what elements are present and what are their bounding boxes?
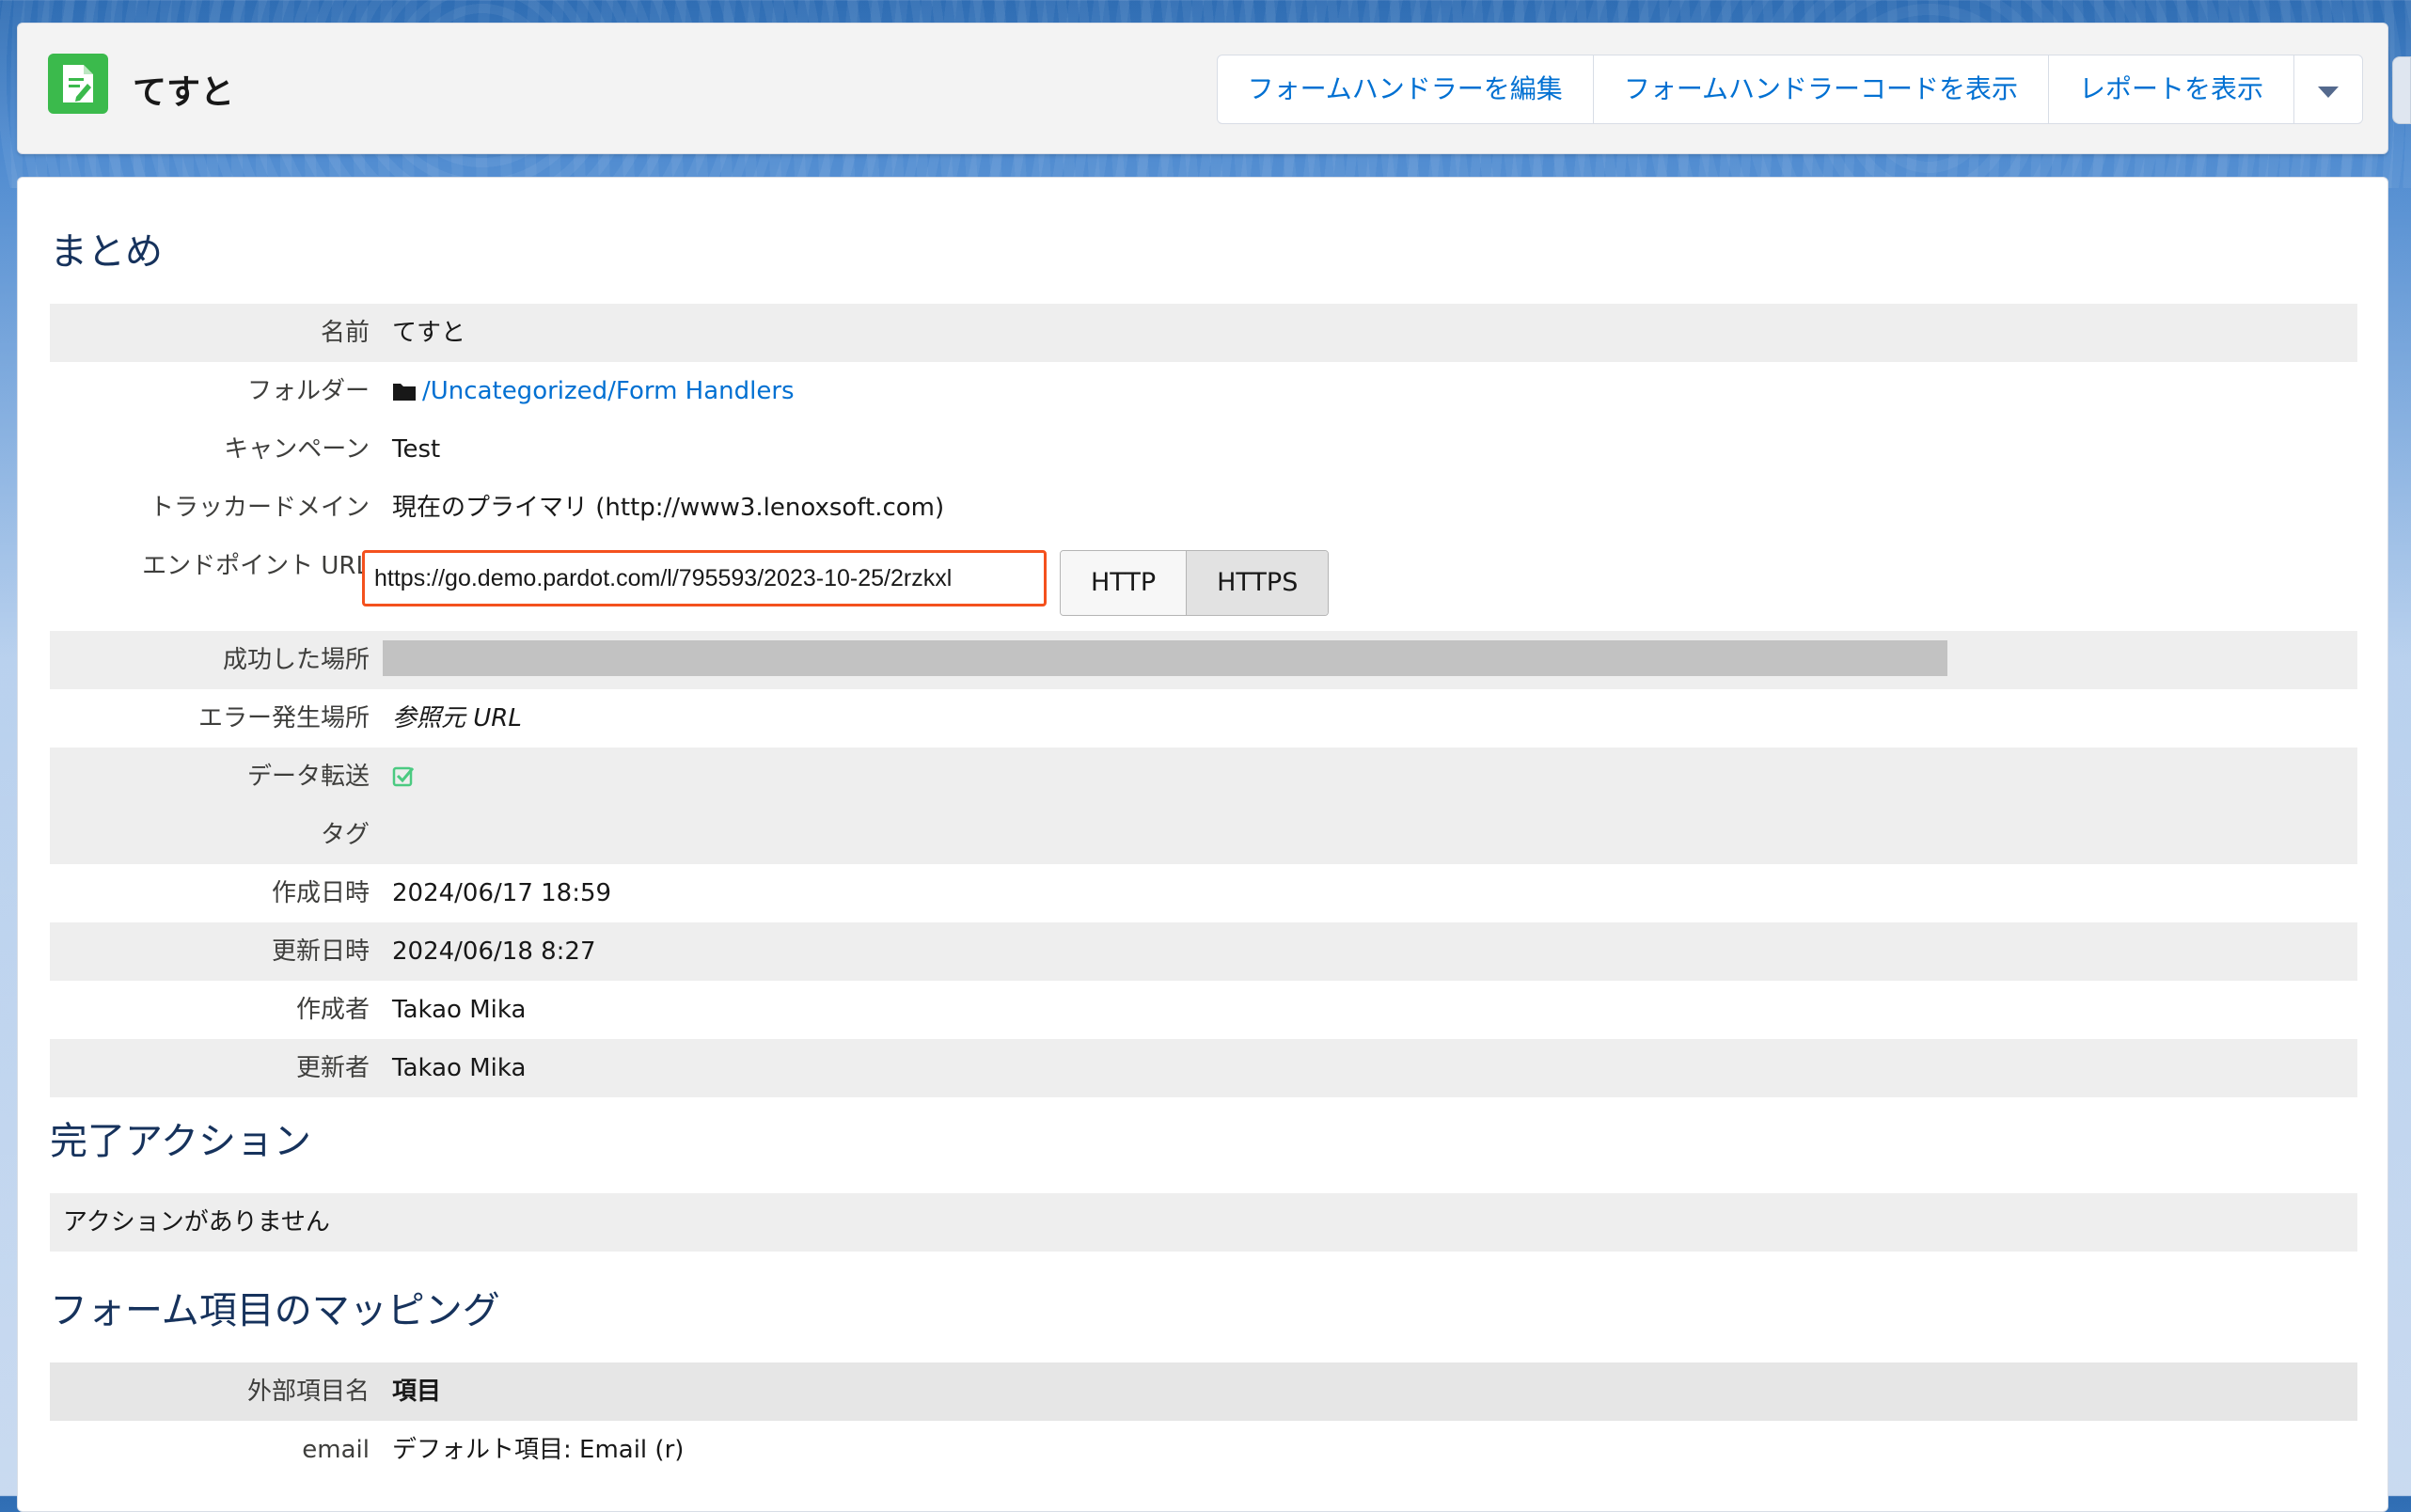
mapped-field: デフォルト項目: Email (r) (392, 1436, 685, 1464)
updated-by-label: 更新者 (295, 1054, 370, 1082)
folder-value: /Uncategorized/Form Handlers (392, 362, 795, 420)
checkbox-checked-icon (392, 750, 415, 809)
field-column-header: 項目 (392, 1378, 442, 1406)
created-at-value: 2024/06/17 18:59 (392, 879, 612, 907)
created-at-label: 作成日時 (271, 879, 370, 907)
error-location-value: 参照元 URL (392, 704, 522, 732)
summary-section-title: まとめ (50, 230, 163, 274)
tracker-domain-label: トラッカードメイン (149, 494, 370, 522)
success-location-row: 成功した場所 (50, 631, 2357, 689)
updated-at-label: 更新日時 (271, 937, 370, 966)
success-location-redacted (383, 640, 1947, 676)
campaign-label: キャンペーン (224, 435, 370, 464)
updated-at-value: 2024/06/18 8:27 (392, 937, 596, 966)
folder-row: フォルダー /Uncategorized/Form Handlers (50, 362, 2357, 420)
view-form-handler-code-button[interactable]: フォームハンドラーコードを表示 (1594, 55, 2049, 123)
created-by-label: 作成者 (295, 996, 370, 1024)
data-forwarding-label: データ転送 (246, 763, 370, 791)
success-location-label: 成功した場所 (222, 646, 370, 674)
more-actions-button[interactable] (2294, 55, 2362, 123)
completion-actions-empty: アクションがありません (50, 1193, 2357, 1252)
field-mapping-title: フォーム項目のマッピング (50, 1289, 500, 1332)
endpoint-url-label: エンドポイント URL (142, 552, 370, 580)
protocol-toggle: HTTP HTTPS (1060, 550, 1330, 616)
tracker-domain-row: トラッカードメイン 現在のプライマリ (http://www3.lenoxsof… (50, 479, 2357, 537)
data-forwarding-row: データ転送 (50, 748, 2357, 806)
edit-form-handler-button[interactable]: フォームハンドラーを編集 (1218, 55, 1594, 123)
created-by-link[interactable]: Takao Mika (392, 981, 526, 1039)
folder-icon (392, 365, 417, 423)
name-value: てすと (392, 319, 466, 347)
name-label: 名前 (320, 319, 370, 347)
updated-at-row: 更新日時 2024/06/18 8:27 (50, 922, 2357, 981)
detail-panel: まとめ 名前 てすと フォルダー /Uncategorized/Form Han… (17, 177, 2388, 1512)
created-at-row: 作成日時 2024/06/17 18:59 (50, 864, 2357, 922)
data-forwarding-value (392, 748, 415, 806)
campaign-row: キャンペーン Test (50, 420, 2357, 479)
record-title: てすと (133, 73, 235, 112)
table-row: email デフォルト項目: Email (r) (50, 1421, 2357, 1479)
error-location-row: エラー発生場所 参照元 URL (50, 689, 2357, 748)
external-field-column-header: 外部項目名 (246, 1378, 370, 1406)
campaign-link[interactable]: Test (392, 420, 440, 479)
tags-row: タグ (50, 806, 2357, 864)
http-button[interactable]: HTTP (1061, 551, 1188, 615)
external-field-name: email (302, 1436, 370, 1464)
side-panel-handle[interactable] (2392, 56, 2411, 124)
name-row: 名前 てすと (50, 304, 2357, 362)
no-actions-text: アクションがありません (63, 1208, 330, 1236)
folder-link[interactable]: /Uncategorized/Form Handlers (422, 377, 795, 405)
view-report-button[interactable]: レポートを表示 (2049, 55, 2294, 123)
updated-by-link[interactable]: Takao Mika (392, 1039, 526, 1097)
record-header: てすと フォームハンドラーを編集 フォームハンドラーコードを表示 レポートを表示 (17, 23, 2388, 154)
endpoint-url-field[interactable] (362, 550, 1047, 606)
form-handler-icon (48, 54, 108, 114)
created-by-row: 作成者 Takao Mika (50, 981, 2357, 1039)
updated-by-row: 更新者 Takao Mika (50, 1039, 2357, 1097)
tags-label: タグ (320, 821, 370, 849)
https-button[interactable]: HTTPS (1187, 551, 1329, 615)
field-mapping-header-row: 外部項目名 項目 (50, 1362, 2357, 1421)
tracker-domain-link[interactable]: 現在のプライマリ (http://www3.lenoxsoft.com) (392, 479, 944, 537)
folder-label: フォルダー (246, 377, 370, 405)
chevron-down-icon (2318, 55, 2339, 123)
completion-actions-title: 完了アクション (50, 1120, 311, 1163)
error-location-label: エラー発生場所 (197, 704, 370, 732)
header-button-group: フォームハンドラーを編集 フォームハンドラーコードを表示 レポートを表示 (1216, 55, 2363, 124)
